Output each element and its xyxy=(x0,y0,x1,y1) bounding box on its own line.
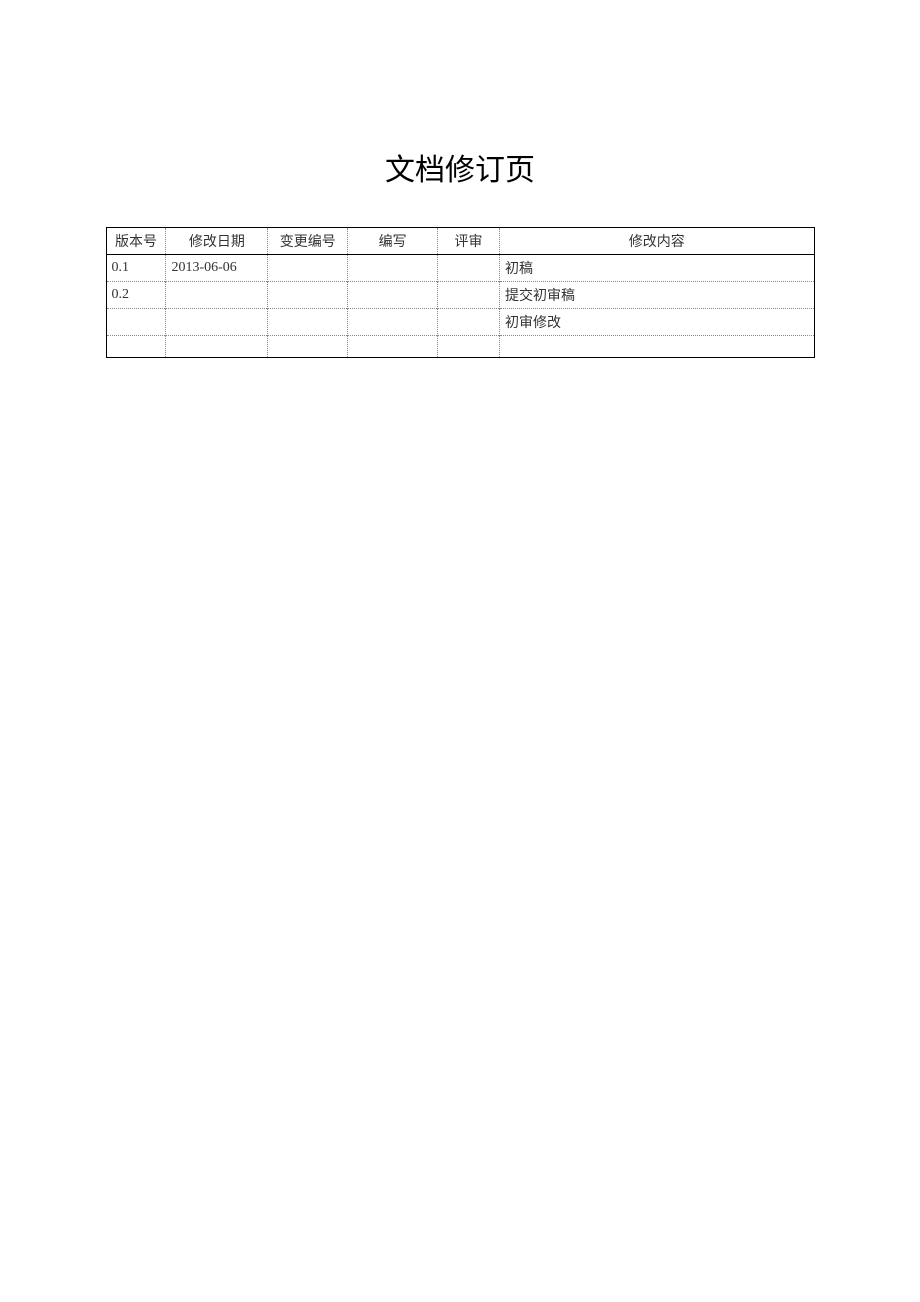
table-row: 0.1 2013-06-06 初稿 xyxy=(106,255,814,282)
table-header-row: 版本号 修改日期 变更编号 编写 评审 修改内容 xyxy=(106,228,814,255)
cell-version: 0.1 xyxy=(106,255,166,282)
cell-review xyxy=(438,255,500,282)
page-title: 文档修订页 xyxy=(0,145,920,189)
header-author: 编写 xyxy=(348,228,438,255)
revision-table: 版本号 修改日期 变更编号 编写 评审 修改内容 0.1 2013-06-06 … xyxy=(106,227,815,358)
cell-version: 0.2 xyxy=(106,282,166,309)
cell-author xyxy=(348,336,438,358)
cell-version xyxy=(106,309,166,336)
cell-change-no xyxy=(268,255,348,282)
table-row: 0.2 提交初审稿 xyxy=(106,282,814,309)
cell-date: 2013-06-06 xyxy=(166,255,268,282)
cell-content: 初审修改 xyxy=(500,309,814,336)
table-row xyxy=(106,336,814,358)
cell-change-no xyxy=(268,309,348,336)
cell-author xyxy=(348,255,438,282)
cell-change-no xyxy=(268,282,348,309)
cell-date xyxy=(166,336,268,358)
header-change-no: 变更编号 xyxy=(268,228,348,255)
cell-review xyxy=(438,336,500,358)
cell-author xyxy=(348,282,438,309)
cell-review xyxy=(438,309,500,336)
header-review: 评审 xyxy=(438,228,500,255)
header-version: 版本号 xyxy=(106,228,166,255)
cell-author xyxy=(348,309,438,336)
cell-content: 提交初审稿 xyxy=(500,282,814,309)
cell-content xyxy=(500,336,814,358)
cell-date xyxy=(166,309,268,336)
header-date: 修改日期 xyxy=(166,228,268,255)
cell-content: 初稿 xyxy=(500,255,814,282)
cell-review xyxy=(438,282,500,309)
table-row: 初审修改 xyxy=(106,309,814,336)
table-body: 0.1 2013-06-06 初稿 0.2 提交初审稿 初审修改 xyxy=(106,255,814,358)
cell-date xyxy=(166,282,268,309)
header-content: 修改内容 xyxy=(500,228,814,255)
cell-change-no xyxy=(268,336,348,358)
cell-version xyxy=(106,336,166,358)
